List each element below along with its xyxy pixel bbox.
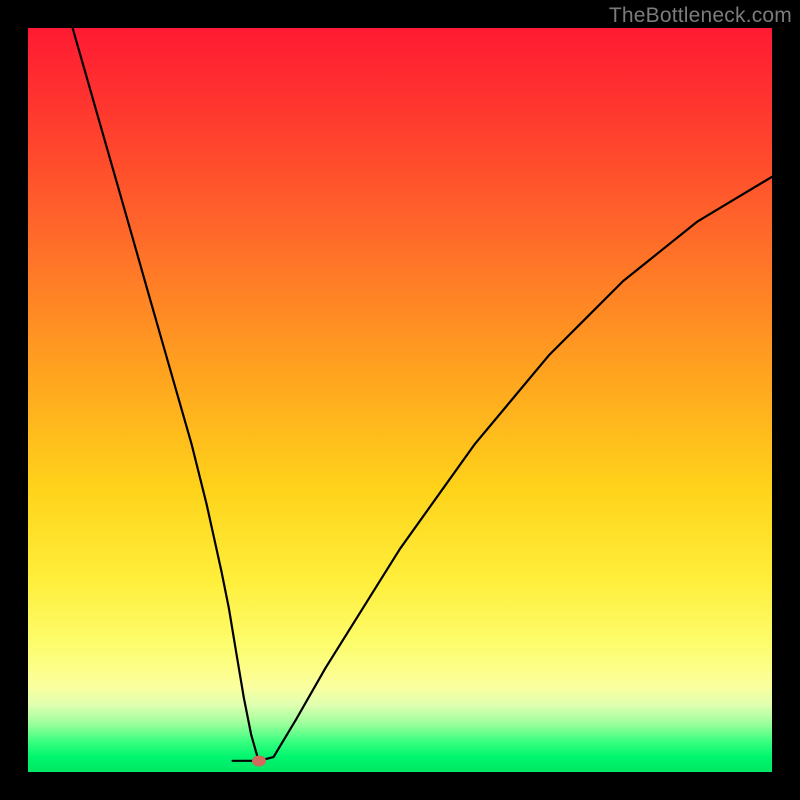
bottleneck-curve: [73, 28, 772, 761]
plot-area: [28, 28, 772, 772]
watermark-text: TheBottleneck.com: [609, 4, 792, 28]
chart-stage: TheBottleneck.com: [0, 0, 800, 800]
minimum-marker: [252, 755, 266, 766]
curve-layer: [28, 28, 772, 772]
